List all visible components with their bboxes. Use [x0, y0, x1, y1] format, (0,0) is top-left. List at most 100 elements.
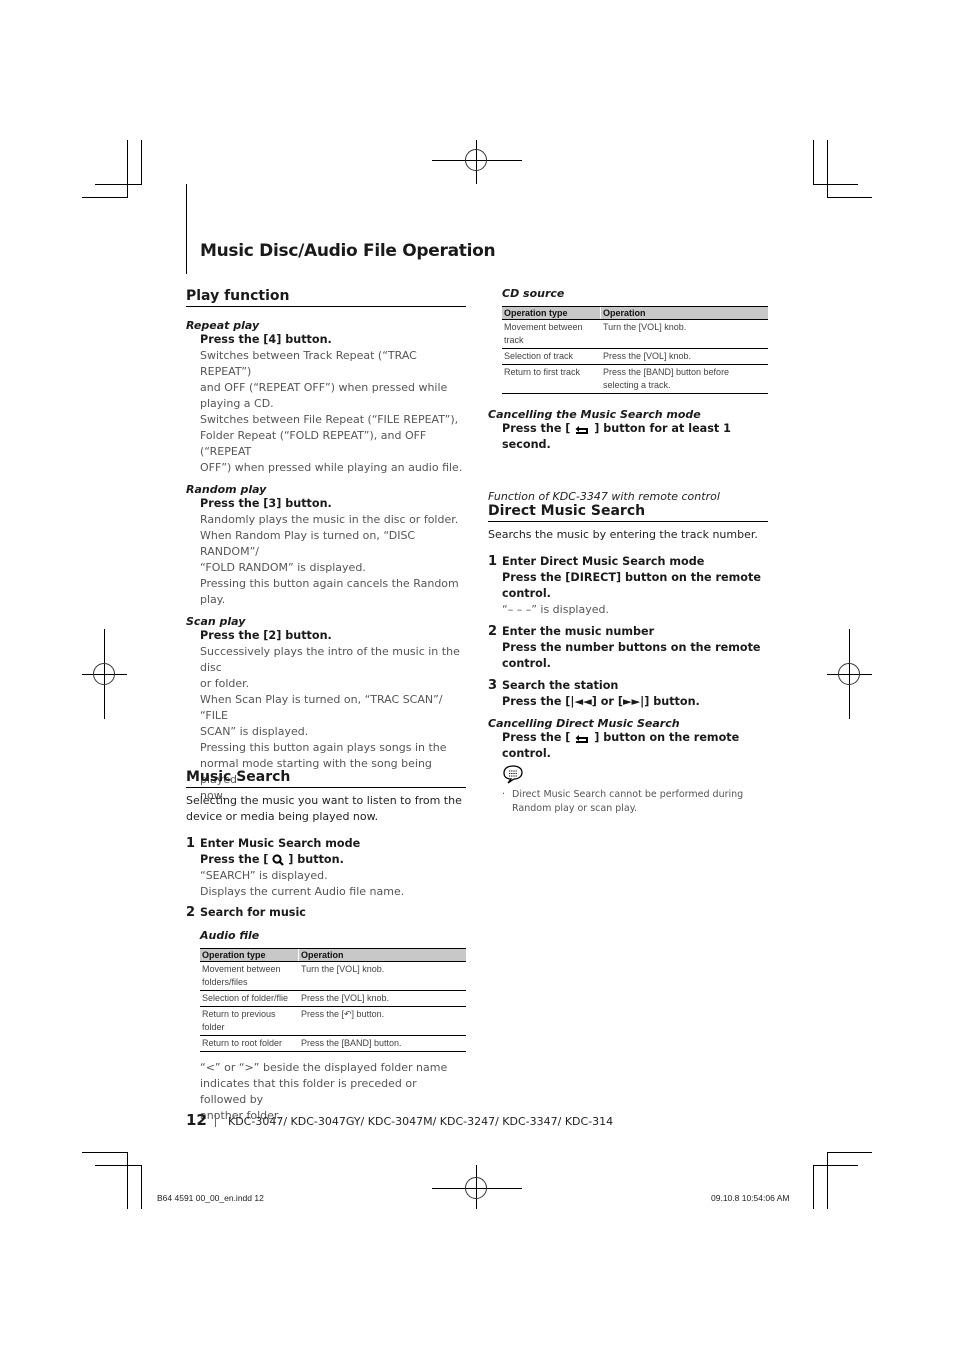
table-row: Selection of folder/flie Press the [VOL]…	[200, 990, 466, 1007]
table-header-row: Operation type Operation	[200, 948, 466, 962]
direct-search-heading: Direct Music Search	[488, 503, 768, 522]
step-2: 2 Enter the music number	[488, 624, 768, 640]
text-line: “<” or “>” beside the displayed folder n…	[200, 1061, 448, 1074]
model-list: KDC-3047/ KDC-3047GY/ KDC-3047M/ KDC-324…	[228, 1115, 614, 1128]
text-line: Press the number buttons on the remote	[502, 641, 761, 654]
direct-search-intro: Searchs the music by entering the track …	[488, 528, 758, 541]
repeat-play-instruction: Press the [4] button.	[200, 333, 332, 346]
table-row: Selection of track Press the [VOL] knob.	[502, 348, 768, 365]
return-icon	[575, 425, 589, 434]
text-line: Direct Music Search cannot be performed …	[512, 789, 744, 800]
cd-source-section: CD source Operation type Operation Movem…	[488, 287, 768, 453]
step-3: 3 Search the station	[488, 678, 768, 694]
cd-source-title: CD source	[502, 287, 565, 300]
table-cell: Return to previous folder	[200, 1006, 299, 1036]
text-line: SCAN” is displayed.	[200, 725, 309, 738]
scan-play-title: Scan play	[186, 615, 246, 628]
table-cell: Return to root folder	[200, 1035, 299, 1052]
text-line: play.	[200, 593, 226, 606]
play-function-section: Play function Repeat play Press the [4] …	[186, 288, 466, 804]
step-title: Enter Direct Music Search mode	[502, 555, 705, 568]
text-line: Switches between File Repeat (“FILE REPE…	[200, 413, 459, 426]
column-header: Operation type	[502, 306, 601, 320]
audio-file-table: Operation type Operation Movement betwee…	[200, 948, 466, 1052]
timestamp: 09.10.8 10:54:06 AM	[711, 1193, 790, 1203]
cd-source-table: Operation type Operation Movement betwee…	[502, 306, 768, 394]
cancel-direct-title: Cancelling Direct Music Search	[488, 717, 680, 730]
table-cell: Movement between folders/files	[200, 961, 299, 991]
table-cell: Press the [BAND] button before selecting…	[600, 364, 768, 394]
text-line: Folder Repeat (“FOLD REPEAT”), and OFF (…	[200, 429, 427, 458]
text-line: Random play or scan play.	[512, 803, 638, 814]
step-number: 1	[488, 554, 498, 569]
random-play-instruction: Press the [3] button.	[200, 497, 332, 510]
music-search-heading: Music Search	[186, 769, 466, 788]
text-line: Randomly plays the music in the disc or …	[200, 513, 459, 526]
text-line: “– – –” is displayed.	[502, 603, 609, 616]
step-number: 1	[186, 836, 196, 851]
random-play-desc: Randomly plays the music in the disc or …	[200, 512, 466, 608]
text: Press the [	[502, 422, 571, 435]
text: ] button.	[288, 853, 344, 866]
step-number: 3	[488, 678, 498, 693]
note-icon	[503, 765, 523, 784]
text-line: “FOLD RANDOM” is displayed.	[200, 561, 366, 574]
table-cell: Press the [VOL] knob.	[600, 348, 768, 365]
column-header: Operation type	[200, 948, 299, 962]
cancel-search-instruction: Press the [ ] button for at least 1 seco…	[488, 421, 768, 453]
text-line: Displays the current Audio file name.	[200, 885, 405, 898]
text-line: When Scan Play is turned on, “TRAC SCAN”…	[200, 693, 443, 722]
step-title: Enter the music number	[502, 625, 655, 638]
page-number: 12	[186, 1111, 207, 1129]
cancel-direct-instruction: Press the [ ] button on the remote contr…	[488, 730, 768, 762]
table-cell: Return to first track	[502, 364, 601, 394]
audio-file-title: Audio file	[200, 929, 260, 942]
text-line: and OFF (“REPEAT OFF”) when pressed whil…	[200, 381, 448, 394]
table-row: Return to root folder Press the [BAND] b…	[200, 1035, 466, 1052]
play-function-heading: Play function	[186, 288, 466, 307]
text-line: control.	[502, 587, 551, 600]
text-line: Successively plays the intro of the musi…	[200, 645, 460, 674]
cancel-search-title: Cancelling the Music Search mode	[488, 408, 701, 421]
text-line: control.	[502, 657, 551, 670]
table-cell: Turn the [VOL] knob.	[600, 319, 768, 349]
text-line: Press the [|◄◄] or [►►|] button.	[502, 695, 700, 708]
step-1-instruction: Press the [ ] button.	[200, 852, 466, 868]
step-1: 1 Enter Music Search mode	[186, 836, 466, 852]
bullet: ·	[502, 789, 506, 800]
step-title: Search for music	[200, 906, 306, 919]
step-number: 2	[186, 905, 196, 920]
text-line: Pressing this button again cancels the R…	[200, 577, 459, 590]
text-line: OFF”) when pressed while playing an audi…	[200, 461, 463, 474]
table-cell: Movement between track	[502, 319, 601, 349]
text-line: Press the [DIRECT] button on the remote	[502, 571, 761, 584]
file-name: B64 4591 00_00_en.indd 12	[157, 1193, 264, 1203]
note-list: · Direct Music Search cannot be performe…	[502, 788, 768, 816]
step-2: 2 Search for music	[186, 905, 466, 921]
text-line: “SEARCH” is displayed.	[200, 869, 328, 882]
search-icon	[272, 854, 285, 866]
text-line: playing a CD.	[200, 397, 274, 410]
table-cell: Press the [BAND] button.	[298, 1035, 466, 1052]
text-line: or folder.	[200, 677, 250, 690]
table-cell: Selection of folder/flie	[200, 990, 299, 1007]
step-1: 1 Enter Direct Music Search mode	[488, 554, 768, 570]
table-row: Return to previous folder Press the [↶] …	[200, 1006, 466, 1036]
table-cell: Turn the [VOL] knob.	[298, 961, 466, 991]
return-icon	[575, 734, 589, 743]
table-cell: Selection of track	[502, 348, 601, 365]
column-header: Operation	[298, 948, 466, 962]
table-row: Movement between track Turn the [VOL] kn…	[502, 319, 768, 349]
table-row: Movement between folders/files Turn the …	[200, 961, 466, 991]
random-play-title: Random play	[186, 483, 267, 496]
text-line: indicates that this folder is preceded o…	[200, 1077, 417, 1106]
text-line: device or media being played now.	[186, 810, 379, 823]
repeat-play-desc: Switches between Track Repeat (“TRAC REP…	[200, 348, 466, 476]
text-line: When Random Play is turned on, “DISC RAN…	[200, 529, 416, 558]
table-cell: Press the [VOL] knob.	[298, 990, 466, 1007]
column-header: Operation	[600, 306, 768, 320]
table-row: Return to first track Press the [BAND] b…	[502, 364, 768, 394]
table-header-row: Operation type Operation	[502, 306, 768, 320]
table-cell: Press the [↶] button.	[298, 1006, 466, 1036]
direct-music-search-section: Function of KDC-3347 with remote control…	[488, 490, 768, 816]
